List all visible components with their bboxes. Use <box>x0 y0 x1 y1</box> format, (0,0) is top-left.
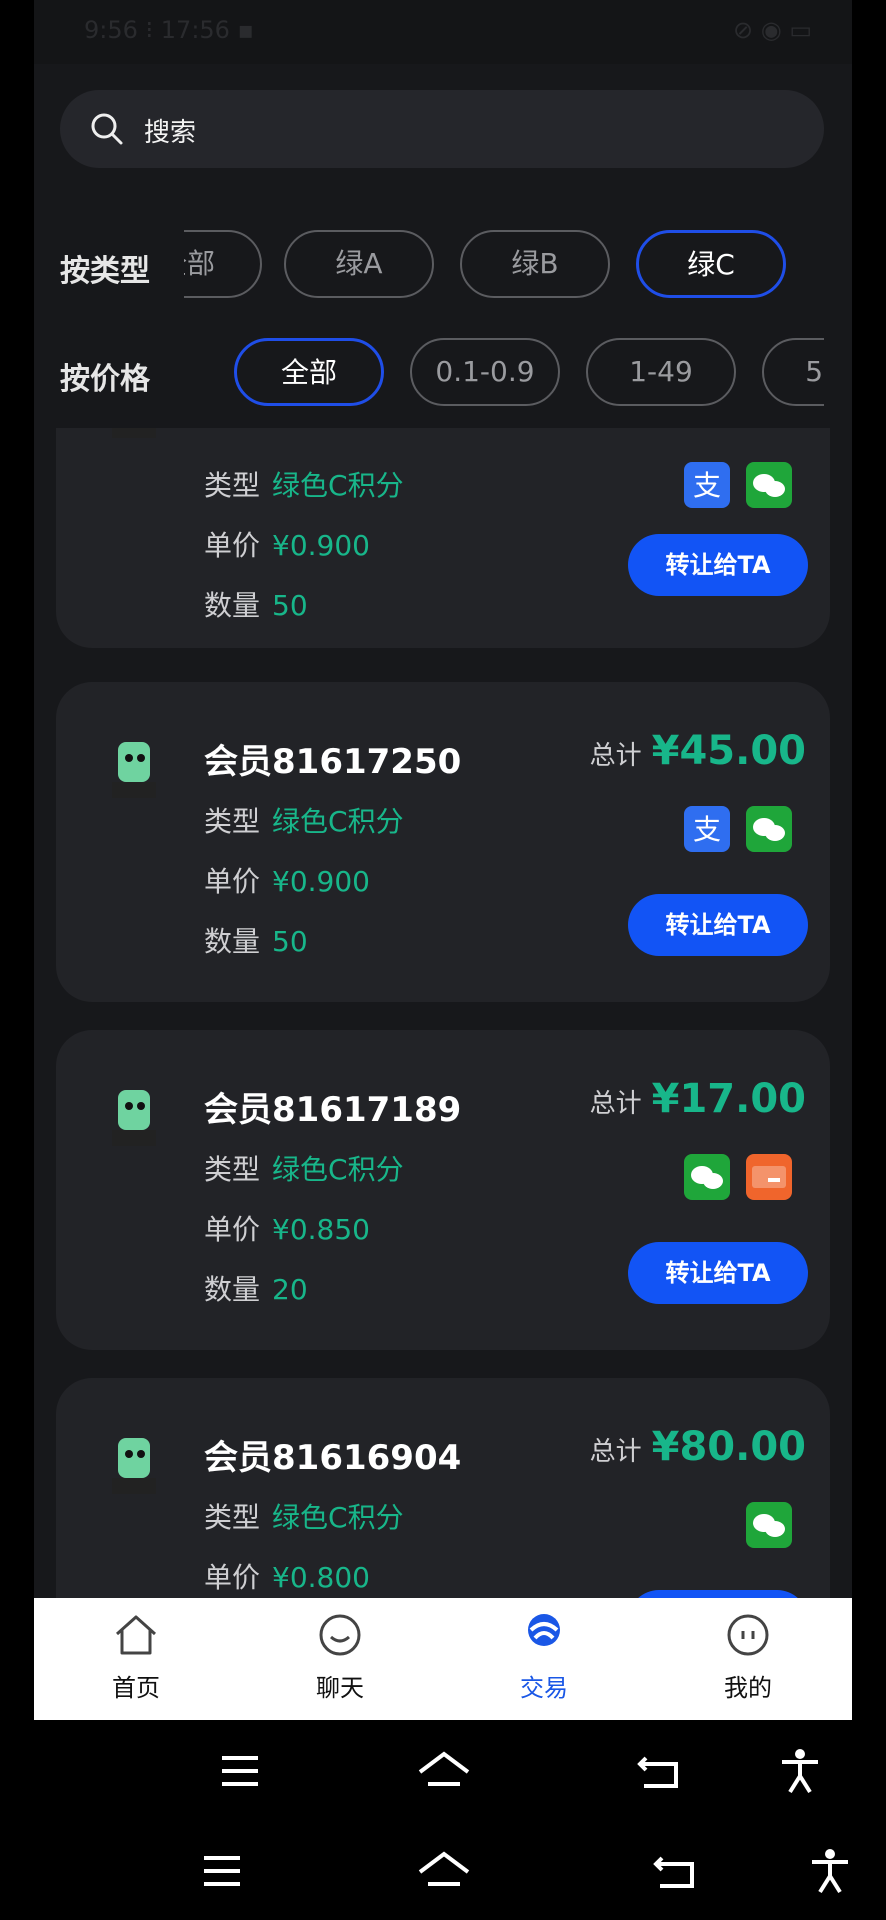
status-left: 9:56 ⁝ 17:56 ▪ <box>84 16 254 44</box>
tab-trade[interactable]: 交易 <box>442 1598 646 1720</box>
back-icon[interactable] <box>630 1746 690 1796</box>
member-name: 会员81616904 <box>204 1438 462 1478</box>
type-chips[interactable]: 全部 绿A 绿B 绿C <box>184 226 824 306</box>
price-chip-50-99[interactable]: 50-9 <box>762 338 824 406</box>
wechat-pay-icon <box>746 806 792 852</box>
avatar <box>112 742 156 798</box>
accessibility-icon[interactable] <box>800 1846 860 1896</box>
svg-text:支: 支 <box>693 469 721 502</box>
alipay-icon: 支 <box>684 806 730 852</box>
type-chip-green-b[interactable]: 绿B <box>460 230 610 298</box>
avatar <box>112 428 156 438</box>
total-amount: 总计 ¥45.00 <box>589 728 806 774</box>
avatar <box>112 1438 156 1494</box>
quantity-row: 数量 20 <box>204 1273 308 1306</box>
chat-icon <box>319 1614 361 1656</box>
quantity-row: 数量 50 <box>204 925 308 958</box>
menu-icon[interactable] <box>210 1746 270 1796</box>
filter-panel: 按类型 全部 绿A 绿B 绿C 按价格 全部 0.1-0.9 1-49 50-9 <box>34 200 852 428</box>
quantity-row: 数量 50 <box>204 589 308 622</box>
total-amount: 总计 ¥80.00 <box>589 1424 806 1470</box>
bank-card-icon <box>746 1154 792 1200</box>
tab-profile[interactable]: 我的 <box>646 1598 850 1720</box>
type-row: 类型 绿色C积分 <box>204 469 404 502</box>
type-row: 类型 绿色C积分 <box>204 805 404 838</box>
status-bar: 9:56 ⁝ 17:56 ▪ ⊘ ◉ ▭ <box>34 0 852 64</box>
app-screen: 9:56 ⁝ 17:56 ▪ ⊘ ◉ ▭ 搜索 类型 绿色C积分 单价 ¥0.900 <box>34 0 852 1720</box>
tab-home[interactable]: 首页 <box>34 1598 238 1720</box>
system-nav-bar <box>0 1720 886 1820</box>
unit-price-row: 单价 ¥0.900 <box>204 529 370 562</box>
search-placeholder: 搜索 <box>144 118 197 148</box>
type-row: 类型 绿色C积分 <box>204 1501 404 1534</box>
price-filter: 按价格 全部 0.1-0.9 1-49 50-9 <box>34 334 852 414</box>
member-name: 会员81617189 <box>204 1090 462 1130</box>
listing-card: 会员81616904 总计¥80.00 类型绿色C积分 单价¥0.800 转让给… <box>56 1378 830 1598</box>
tab-chat[interactable]: 聊天 <box>238 1598 442 1720</box>
svg-text:支: 支 <box>693 813 721 846</box>
type-chip-green-a[interactable]: 绿A <box>284 230 434 298</box>
listing-card: 类型 绿色C积分 单价 ¥0.900 数量 50 支 转让给TA <box>56 428 830 648</box>
menu-icon[interactable] <box>192 1846 252 1896</box>
bottom-tab-bar: 首页 聊天 交易 我的 <box>34 1598 852 1720</box>
listing-card: 会员81617250 总计 ¥45.00 类型 绿色C积分 单价 ¥0.900 数量 5… <box>56 682 830 1002</box>
profile-icon <box>727 1614 769 1656</box>
home-nav-icon[interactable] <box>414 1746 474 1796</box>
search-bar[interactable]: 搜索 <box>60 90 824 168</box>
unit-price-row: 单价 ¥0.800 <box>204 1561 370 1594</box>
price-filter-label: 按价格 <box>60 362 150 397</box>
accessibility-icon[interactable] <box>770 1746 830 1796</box>
member-name: 会员81617250 <box>204 742 462 782</box>
type-row: 类型 绿色C积分 <box>204 1153 404 1186</box>
home-nav-icon[interactable] <box>414 1846 474 1896</box>
wechat-pay-icon <box>746 1502 792 1548</box>
system-nav-bar <box>0 1820 886 1920</box>
search-icon <box>91 113 123 145</box>
type-chip-all[interactable]: 全部 <box>184 230 262 298</box>
price-chip-0-1-0-9[interactable]: 0.1-0.9 <box>410 338 560 406</box>
price-chips[interactable]: 全部 0.1-0.9 1-49 50-9 <box>184 334 824 414</box>
type-filter: 按类型 全部 绿A 绿B 绿C <box>34 226 852 306</box>
type-filter-label: 按类型 <box>60 254 150 289</box>
wechat-pay-icon <box>746 462 792 508</box>
avatar <box>112 1090 156 1146</box>
type-chip-green-c[interactable]: 绿C <box>636 230 786 298</box>
listing-list[interactable]: 类型 绿色C积分 单价 ¥0.900 数量 50 支 转让给TA 会员81617… <box>34 428 852 1598</box>
back-icon[interactable] <box>646 1846 706 1896</box>
transfer-button[interactable]: 转让给TA <box>628 1590 808 1598</box>
price-chip-1-49[interactable]: 1-49 <box>586 338 736 406</box>
trade-icon <box>528 1614 560 1646</box>
unit-price-row: 单价 ¥0.850 <box>204 1213 370 1246</box>
unit-price-row: 单价 ¥0.900 <box>204 865 370 898</box>
alipay-icon: 支 <box>684 462 730 508</box>
transfer-button[interactable]: 转让给TA <box>628 534 808 596</box>
total-amount: 总计 ¥17.00 <box>589 1076 806 1122</box>
listing-card: 会员81617189 总计 ¥17.00 类型 绿色C积分 单价 ¥0.850 数量 2… <box>56 1030 830 1350</box>
home-icon <box>115 1615 157 1655</box>
transfer-button[interactable]: 转让给TA <box>628 1242 808 1304</box>
status-right: ⊘ ◉ ▭ <box>733 16 812 44</box>
wechat-pay-icon <box>684 1154 730 1200</box>
transfer-button[interactable]: 转让给TA <box>628 894 808 956</box>
price-chip-all[interactable]: 全部 <box>234 338 384 406</box>
